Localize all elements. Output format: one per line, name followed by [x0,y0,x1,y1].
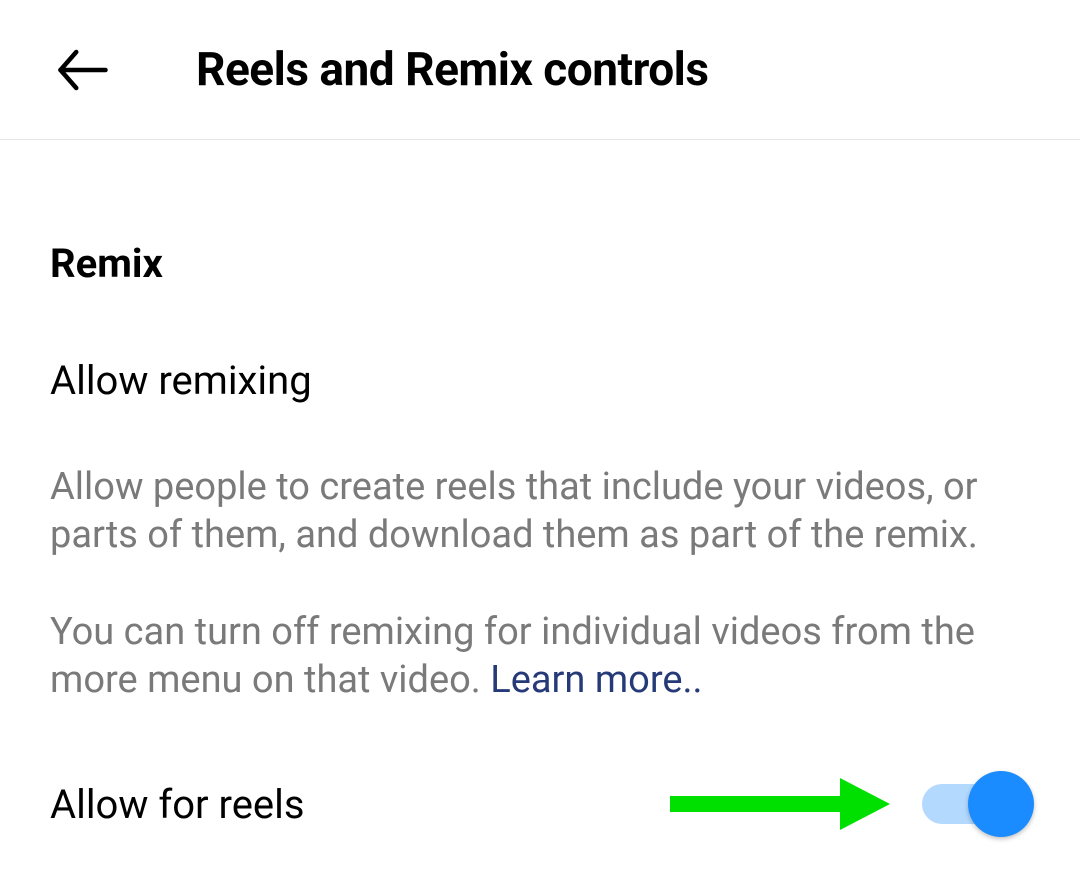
description-line-1: Allow people to create reels that includ… [50,464,1030,559]
learn-more-link[interactable]: Learn more.. [490,658,702,702]
page-title: Reels and Remix controls [196,43,709,97]
subheading-allow-remixing: Allow remixing [50,357,1030,404]
toggle-label-allow-for-reels: Allow for reels [50,781,305,828]
toggle-row-allow-for-reels: Allow for reels [50,764,1030,844]
content: Remix Allow remixing Allow people to cre… [0,140,1080,844]
toggle-allow-for-reels[interactable] [922,768,1030,840]
arrow-left-icon [56,43,110,97]
arrow-right-icon [670,774,890,834]
description-line-2: You can turn off remixing for individual… [50,609,1030,704]
back-button[interactable] [50,37,116,103]
toggle-knob [968,771,1034,837]
header: Reels and Remix controls [0,0,1080,140]
annotation-arrow [670,774,890,834]
section-title-remix: Remix [50,240,1030,287]
